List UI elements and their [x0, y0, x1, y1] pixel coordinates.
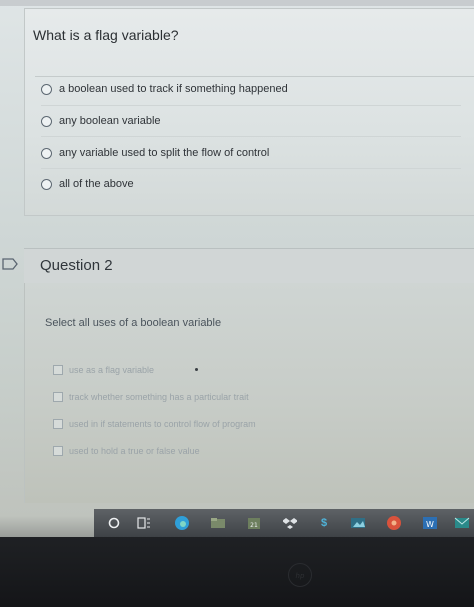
top-strip [0, 0, 474, 6]
screen: What is a flag variable? a boolean used … [0, 0, 474, 607]
radio-button[interactable] [41, 147, 52, 159]
edge-icon[interactable] [174, 515, 190, 531]
question-2-card: Select all uses of a boolean variable us… [24, 283, 474, 503]
task-view-icon[interactable] [136, 515, 152, 531]
hp-logo-icon: hp [288, 563, 312, 587]
word-icon[interactable]: W [422, 515, 438, 531]
question-2-title: Question 2 [40, 257, 113, 274]
svg-text:hp: hp [296, 572, 305, 580]
file-explorer-icon[interactable] [210, 515, 226, 531]
calendar-icon[interactable]: 21 [246, 515, 262, 531]
start-circle-icon[interactable] [106, 515, 122, 531]
dropbox-icon[interactable] [282, 515, 298, 531]
flag-icon[interactable] [2, 258, 18, 270]
divider [41, 168, 461, 169]
svg-text:W: W [426, 520, 434, 529]
checkbox[interactable] [53, 419, 63, 429]
question-1-card: What is a flag variable? a boolean used … [24, 8, 474, 216]
checkbox[interactable] [53, 446, 63, 456]
radio-button[interactable] [41, 178, 52, 190]
divider [41, 136, 461, 137]
answer-option-3[interactable]: any variable used to split the flow of c… [41, 147, 269, 159]
taskbar: 21 $ W [94, 509, 474, 537]
photos-icon[interactable] [350, 515, 366, 531]
question-2-prompt: Select all uses of a boolean variable [45, 317, 222, 329]
checkbox-option-2[interactable]: track whether something has a particular… [53, 392, 249, 402]
monitor-bezel: hp [0, 537, 474, 607]
answer-label: any boolean variable [59, 115, 161, 127]
answer-label: all of the above [59, 178, 134, 190]
question-1-title: What is a flag variable? [33, 27, 179, 43]
radio-button[interactable] [41, 83, 52, 95]
checkbox-option-1[interactable]: use as a flag variable [53, 365, 154, 375]
svg-text:21: 21 [250, 522, 258, 529]
checkbox-label: used in if statements to control flow of… [69, 419, 256, 429]
answer-label: a boolean used to track if something hap… [59, 83, 288, 95]
answer-label: any variable used to split the flow of c… [59, 147, 270, 159]
answer-option-1[interactable]: a boolean used to track if something hap… [41, 83, 288, 95]
mail-icon[interactable] [454, 515, 470, 531]
checkbox-label: use as a flag variable [69, 365, 155, 375]
checkbox[interactable] [53, 365, 63, 375]
checkbox[interactable] [53, 392, 63, 402]
radio-button[interactable] [41, 115, 52, 127]
question-2-header: Question 2 [24, 248, 474, 284]
money-icon[interactable]: $ [316, 515, 332, 531]
divider [41, 105, 461, 106]
checkbox-option-4[interactable]: used to hold a true or false value [53, 446, 200, 456]
divider [35, 76, 474, 77]
checkbox-label: used to hold a true or false value [69, 446, 200, 456]
media-icon[interactable] [386, 515, 402, 531]
checkbox-label: track whether something has a particular… [69, 392, 249, 402]
answer-option-4[interactable]: all of the above [41, 178, 134, 190]
checkbox-option-3[interactable]: used in if statements to control flow of… [53, 419, 256, 429]
answer-option-2[interactable]: any boolean variable [41, 115, 161, 127]
mouse-cursor-dot [195, 368, 198, 371]
